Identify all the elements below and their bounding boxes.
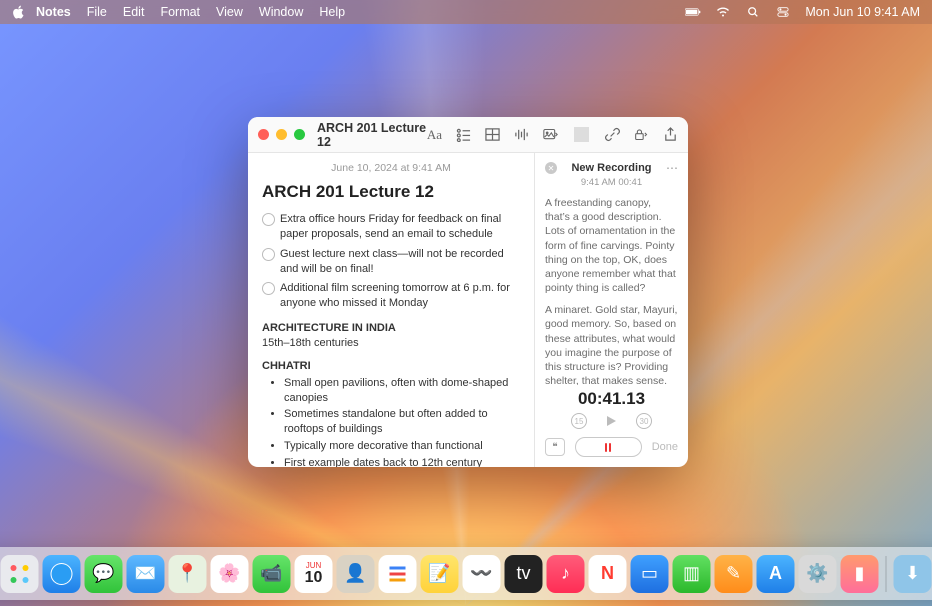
dock-maps[interactable]: 📍 (169, 555, 207, 593)
dock-freeform[interactable]: 〰️ (463, 555, 501, 593)
dock-facetime[interactable]: 📹 (253, 555, 291, 593)
dock-safari[interactable] (43, 555, 81, 593)
skip-back-button[interactable]: 15 (571, 413, 587, 429)
app-menu[interactable]: Notes (36, 5, 71, 19)
menu-view[interactable]: View (216, 5, 243, 19)
battery-icon[interactable] (685, 6, 701, 18)
checklist-item[interactable]: Guest lecture next class—will not be rec… (262, 247, 520, 277)
bullet-item: First example dates back to 12th century (284, 456, 520, 467)
control-center-icon[interactable] (775, 6, 791, 18)
dock-news[interactable]: N (589, 555, 627, 593)
dock-reminders[interactable] (379, 555, 417, 593)
recording-timer: 00:41.13 (545, 389, 678, 409)
dock-appstore[interactable]: A (757, 555, 795, 593)
checklist-button[interactable] (456, 127, 471, 142)
notes-window: ARCH 201 Lecture 12 Aa June 10, 2024 at … (248, 117, 688, 467)
pause-recording-button[interactable] (575, 437, 642, 457)
window-title: ARCH 201 Lecture 12 (317, 121, 427, 149)
bullet-item: Small open pavilions, often with dome-sh… (284, 376, 520, 406)
dock-settings[interactable]: ⚙️ (799, 555, 837, 593)
recording-title: New Recording (563, 162, 660, 174)
skip-forward-button[interactable]: 30 (636, 413, 652, 429)
section-subheading: 15th–18th centuries (262, 336, 520, 351)
spotlight-icon[interactable] (745, 6, 761, 18)
bullet-item: Typically more decorative than functiona… (284, 439, 520, 454)
dock-mail[interactable]: ✉️ (127, 555, 165, 593)
menu-window[interactable]: Window (259, 5, 303, 19)
note-date: June 10, 2024 at 9:41 AM (262, 161, 520, 175)
format-button[interactable]: Aa (427, 127, 442, 142)
transcript-line: A freestanding canopy, that’s a good des… (545, 196, 678, 295)
bullet-item: Sometimes standalone but often added to … (284, 407, 520, 437)
dock-iphone-mirroring[interactable]: ▮ (841, 555, 879, 593)
dock-tv[interactable]: tv (505, 555, 543, 593)
window-close-button[interactable] (258, 129, 269, 140)
dock-contacts[interactable]: 👤 (337, 555, 375, 593)
dock-numbers[interactable]: ▥ (673, 555, 711, 593)
dock-calendar[interactable]: JUN10 (295, 555, 333, 593)
menubar: Notes File Edit Format View Window Help … (0, 0, 932, 24)
menu-format[interactable]: Format (160, 5, 200, 19)
lock-button[interactable] (634, 127, 649, 142)
menu-help[interactable]: Help (319, 5, 345, 19)
section-heading: CHHATRI (262, 359, 520, 374)
transcript-line: A minaret. Gold star, Mayuri, good memor… (545, 303, 678, 385)
menu-edit[interactable]: Edit (123, 5, 145, 19)
dock-music[interactable]: ♪ (547, 555, 585, 593)
dock: 🙂 💬 ✉️ 📍 🌸 📹 JUN10 👤 📝 〰️ tv ♪ N ▭ ▥ ✎ A… (0, 547, 932, 600)
done-button[interactable]: Done (652, 441, 678, 453)
recording-meta: 9:41 AM 00:41 (545, 177, 678, 188)
dock-photos[interactable]: 🌸 (211, 555, 249, 593)
recording-sidebar: ✕ New Recording ⋯ 9:41 AM 00:41 A freest… (534, 153, 688, 467)
dock-downloads[interactable]: ⬇︎ (894, 555, 932, 593)
table-button[interactable] (485, 127, 500, 142)
dock-messages[interactable]: 💬 (85, 555, 123, 593)
section-heading: ARCHITECTURE IN INDIA (262, 321, 520, 336)
dock-pages[interactable]: ✎ (715, 555, 753, 593)
insert-transcript-button[interactable]: ❝ (545, 438, 565, 456)
share-button[interactable] (663, 127, 678, 142)
window-zoom-button[interactable] (294, 129, 305, 140)
apple-menu-icon[interactable] (12, 5, 26, 19)
desktop: Notes File Edit Format View Window Help … (0, 0, 932, 606)
close-sidebar-button[interactable]: ✕ (545, 162, 557, 174)
dock-keynote[interactable]: ▭ (631, 555, 669, 593)
checklist-item[interactable]: Additional film screening tomorrow at 6 … (262, 281, 520, 311)
audio-button[interactable] (514, 127, 529, 142)
media-button[interactable] (543, 127, 558, 142)
menu-file[interactable]: File (87, 5, 107, 19)
link-button[interactable] (605, 127, 620, 142)
note-title: ARCH 201 Lecture 12 (262, 181, 520, 204)
dock-notes[interactable]: 📝 (421, 555, 459, 593)
window-minimize-button[interactable] (276, 129, 287, 140)
play-button[interactable] (607, 416, 616, 426)
more-options-button[interactable]: ⋯ (666, 161, 678, 175)
dock-launchpad[interactable] (1, 555, 39, 593)
transcript[interactable]: A freestanding canopy, that’s a good des… (545, 196, 678, 385)
titlebar[interactable]: ARCH 201 Lecture 12 Aa (248, 117, 688, 153)
checklist-item[interactable]: Extra office hours Friday for feedback o… (262, 212, 520, 242)
menubar-clock[interactable]: Mon Jun 10 9:41 AM (805, 5, 920, 19)
wifi-icon[interactable] (715, 6, 731, 18)
note-editor[interactable]: June 10, 2024 at 9:41 AM ARCH 201 Lectur… (248, 153, 534, 467)
